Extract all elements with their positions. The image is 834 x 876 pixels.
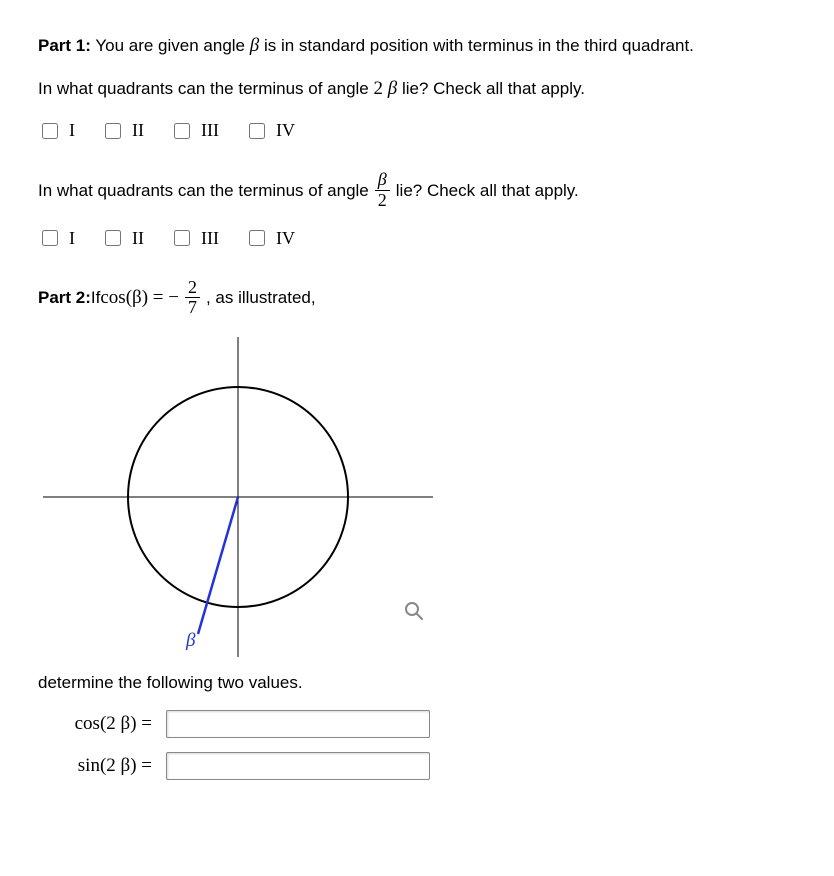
option-II-label: II [132,117,144,144]
q2-text-a: In what quadrants can the terminus of an… [38,178,369,204]
part1-intro: Part 1: You are given angle β is in stan… [38,32,812,61]
q2-checkbox-I[interactable] [42,230,58,246]
determine-text: determine the following two values. [38,670,812,696]
q2-fraction: β 2 [375,170,390,211]
option-IV-label: IV [276,117,295,144]
magnify-icon[interactable] [404,601,424,629]
q2-options: I II III IV [38,225,812,252]
part2-text-a: If [91,285,100,311]
q2-checkbox-IV[interactable] [249,230,265,246]
part1-intro-b: is in standard position with terminus in… [264,36,694,55]
beta-symbol: β [250,35,259,56]
option-I-label: I [69,117,75,144]
q2-option-II[interactable]: II [101,225,144,252]
unit-circle-illustration: β [38,332,438,662]
part1-q2: In what quadrants can the terminus of an… [38,170,812,211]
sin2b-input[interactable] [166,752,430,780]
q2-frac-num: β [375,170,390,191]
checkbox-III[interactable] [174,123,190,139]
sin2b-label: sin(2 β) = [38,752,152,781]
q1-options: I II III IV [38,117,812,144]
q2-option-IV-label: IV [276,225,295,252]
checkbox-II[interactable] [105,123,121,139]
unit-circle-svg: β [38,332,438,662]
q2-frac-den: 2 [375,191,390,211]
q2-checkbox-III[interactable] [174,230,190,246]
cos2b-input[interactable] [166,710,430,738]
option-I[interactable]: I [38,117,75,144]
part2-frac-num: 2 [185,278,200,299]
beta-label: β [185,630,196,651]
part2-frac-den: 7 [185,298,200,318]
option-III-label: III [201,117,219,144]
terminal-side [198,497,238,634]
part1-intro-a: You are given angle [95,36,249,55]
q1-angle-beta: β [388,78,397,99]
q1-text: In what quadrants can the terminus of an… [38,79,373,98]
q2-option-III-label: III [201,225,219,252]
part2-intro: Part 2: If cos(β) = − 2 7 , as illustrat… [38,278,812,319]
option-III[interactable]: III [170,117,219,144]
part2-cos-lhs: cos(β) = − [100,284,179,313]
part2-label: Part 2: [38,285,91,311]
q2-checkbox-II[interactable] [105,230,121,246]
q2-option-III[interactable]: III [170,225,219,252]
q2-option-IV[interactable]: IV [245,225,295,252]
part2-text-b: , as illustrated, [206,285,316,311]
checkbox-IV[interactable] [249,123,265,139]
q1-angle-pre: 2 [373,78,387,99]
part2-fraction: 2 7 [185,278,200,319]
part1-q1: In what quadrants can the terminus of an… [38,75,812,104]
answer-row-sin2b: sin(2 β) = [38,752,812,781]
option-IV[interactable]: IV [245,117,295,144]
q2-text-b: lie? Check all that apply. [396,178,579,204]
q2-option-I-label: I [69,225,75,252]
q2-option-II-label: II [132,225,144,252]
q2-option-I[interactable]: I [38,225,75,252]
checkbox-I[interactable] [42,123,58,139]
part1-label: Part 1: [38,36,91,55]
q1-tail: lie? Check all that apply. [402,79,585,98]
option-II[interactable]: II [101,117,144,144]
answer-row-cos2b: cos(2 β) = [38,710,812,739]
cos2b-label: cos(2 β) = [38,710,152,739]
